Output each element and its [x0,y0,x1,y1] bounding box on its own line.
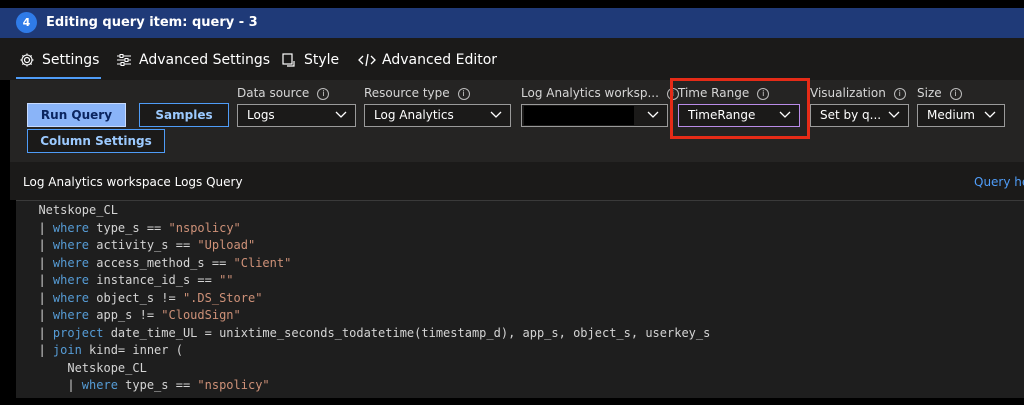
sliders-icon [115,51,133,69]
code-text: kind= inner ( [81,343,183,357]
code-keyword: where [52,273,90,287]
code-line: | where type_s == "nspolicy" [24,219,241,237]
code-text: type_s == [117,378,198,392]
query-editor-window: 4 Editing query item: query - 3 Settings… [0,0,1024,405]
samples-button[interactable]: Samples [139,103,229,127]
window-title: Editing query item: query - 3 [46,15,258,30]
code-text: | [24,308,53,322]
code-text: instance_id_s == [89,273,220,287]
code-line: | project date_time_UL = unixtime_second… [24,324,710,342]
code-text: | [24,255,53,270]
code-text: activity_s == [89,238,198,252]
code-line: | where type_s == "nspolicy" [24,376,270,394]
code-line: Netskope_CL [24,201,118,219]
code-text: Netskope_CL [24,360,147,375]
code-line: | where instance_id_s == "" [24,271,234,289]
code-line: | where object_s != ".DS_Store" [24,289,262,307]
workspace-label: Log Analytics worksp... i [521,86,679,100]
resource-type-label: Resource type i [364,86,470,100]
code-text: Netskope_CL [24,203,118,217]
chevron-down-icon [647,111,659,118]
code-text: date_time_UL = unixtime_seconds_todateti… [103,325,711,340]
code-string: "nspolicy" [168,220,241,235]
query-help-link[interactable]: Query he [974,175,1024,189]
code-text: app_s != [89,308,162,322]
chevron-down-icon [490,111,502,118]
chevron-down-icon [888,111,900,118]
code-string: ".DS_Store" [182,290,263,305]
tab-label: Settings [42,52,100,68]
code-string: "" [219,273,234,287]
query-header: Log Analytics workspace Logs Query Query… [10,162,1024,200]
code-text: type_s == [89,220,169,235]
code-keyword: where [52,290,90,305]
code-line: | where access_method_s == "Client" [24,254,291,272]
tab-advanced-settings[interactable]: Advanced Settings [115,51,270,69]
code-keyword: where [81,378,118,392]
chevron-down-icon [335,111,347,118]
code-keyword: where [52,220,90,235]
size-dropdown[interactable]: Medium [917,104,1005,127]
code-text: | [24,220,53,235]
visualization-dropdown[interactable]: Set by q... [810,104,909,127]
chevron-down-icon [779,111,791,118]
tab-settings[interactable]: Settings [15,51,102,79]
redacted-value [524,106,634,125]
visualization-value: Set by q... [820,108,882,122]
code-text: | [24,378,82,392]
code-text: | [24,273,53,287]
code-text: | [24,343,53,357]
code-text: access_method_s == [89,255,234,270]
data-source-dropdown[interactable]: Logs [237,104,356,127]
info-icon[interactable]: i [317,88,330,100]
query-toolbar: Run Query Samples Column Settings Data s… [10,80,1024,162]
tab-label: Advanced Settings [139,52,271,68]
code-keyword: project [52,325,104,340]
gear-icon [18,51,36,69]
data-source-label: Data source i [237,86,330,100]
code-string: "CloudSign" [161,308,241,322]
code-keyword: where [52,255,90,270]
code-keyword: join [52,343,82,357]
code-text: | [24,325,53,340]
tab-bar: Settings Advanced Settings Style Advance… [0,38,1024,80]
workspace-dropdown[interactable] [521,104,668,127]
tab-style[interactable]: Style [280,51,339,69]
code-icon [358,51,376,69]
resource-type-dropdown[interactable]: Log Analytics [364,104,511,127]
code-line: | join kind= inner ( [24,341,183,359]
time-range-dropdown[interactable]: TimeRange [678,104,800,127]
visualization-label: Visualization i [810,86,906,100]
title-bar: 4 Editing query item: query - 3 [0,8,1024,38]
code-line: | where app_s != "CloudSign" [24,306,241,324]
code-string: "Client" [233,255,292,270]
time-range-label: Time Range i [678,86,770,100]
info-icon[interactable]: i [893,88,906,100]
code-editor[interactable]: Netskope_CL | where type_s == "nspolicy"… [16,200,1024,398]
query-title: Log Analytics workspace Logs Query [23,175,243,189]
chevron-down-icon [984,111,996,118]
code-keyword: where [52,238,90,252]
code-line: Netskope_CL [24,359,147,377]
run-query-button[interactable]: Run Query [27,103,126,127]
code-text: | [24,238,53,252]
info-icon[interactable]: i [949,88,962,100]
tab-label: Advanced Editor [382,52,498,68]
code-string: "Upload" [197,238,256,252]
info-icon[interactable]: i [457,88,470,100]
code-string: "nspolicy" [197,378,270,392]
info-icon[interactable]: i [757,88,770,100]
size-label: Size i [917,86,962,100]
code-text: | [24,290,53,305]
code-keyword: where [52,308,90,322]
style-icon [280,51,298,69]
bottom-strip [0,398,1024,405]
tab-advanced-editor[interactable]: Advanced Editor [358,51,497,69]
code-line: | where activity_s == "Upload" [24,236,255,254]
step-badge: 4 [16,12,37,33]
tab-label: Style [304,52,340,68]
column-settings-button[interactable]: Column Settings [27,129,165,153]
code-text: object_s != [89,290,183,305]
